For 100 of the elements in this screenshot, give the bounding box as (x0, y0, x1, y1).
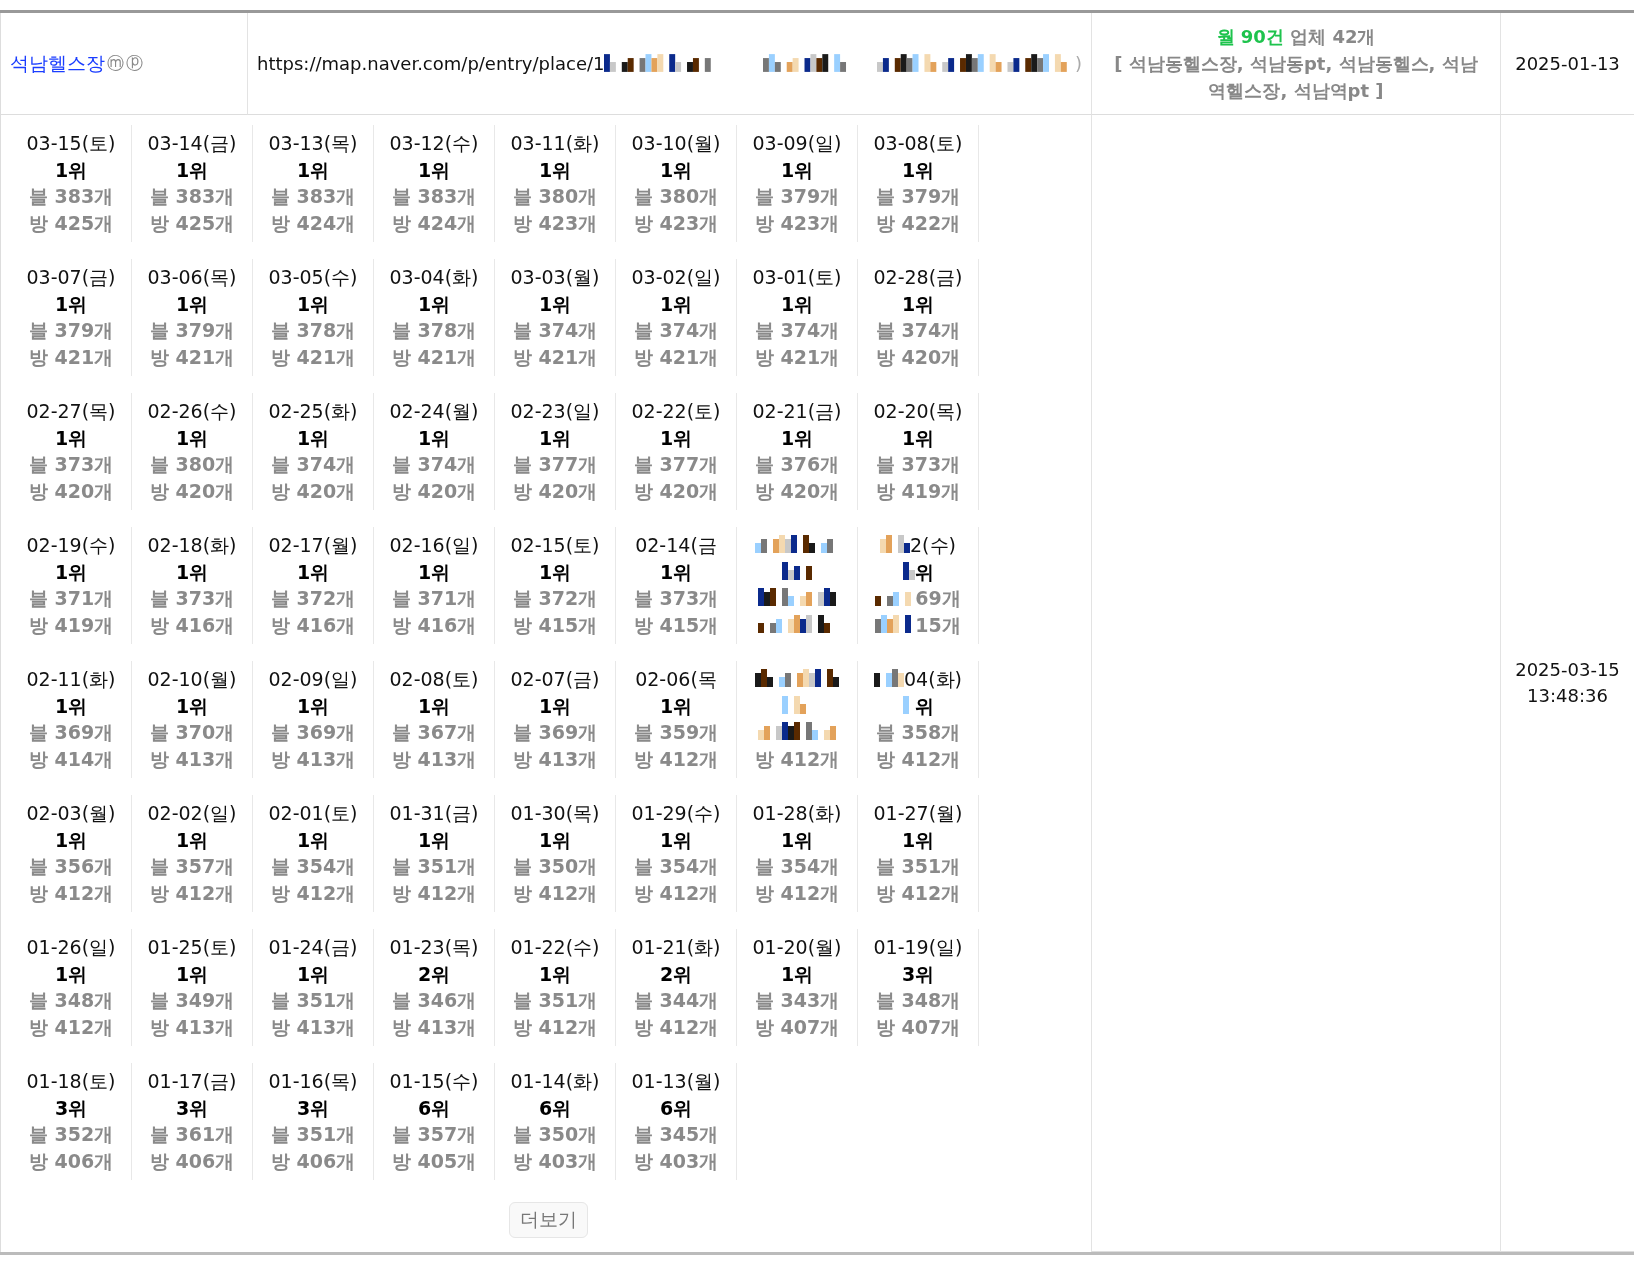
day-date: 02-07(금) (510, 667, 600, 692)
day-date: 01-13(월) (631, 1069, 721, 1094)
place-count: 방 412개 (512, 880, 598, 906)
blog-count: 블 378개 (270, 318, 356, 343)
blog-count: 블 371개 (28, 586, 114, 611)
place-count: 방 412개 (270, 880, 356, 906)
place-count: 방 412개 (149, 880, 235, 906)
blog-count: 블 372개 (270, 586, 356, 611)
pixelated-mask-drawing (880, 535, 911, 556)
day-date: 02-16(일) (389, 533, 479, 558)
day-rank: 1위 (538, 961, 572, 987)
day-rank: 1위 (659, 693, 693, 719)
blog-count: 블 383개 (270, 184, 356, 209)
place-count: 방 412개 (28, 1014, 114, 1040)
place-count: 방 407개 (875, 1014, 961, 1040)
badge-icon: ⓜ (107, 52, 124, 75)
place-count: 방 422개 (875, 210, 961, 236)
day-date: 02-17(월) (268, 533, 358, 558)
blog-count: 블 367개 (391, 720, 477, 745)
place-name-link[interactable]: 석남헬스장 (10, 50, 105, 77)
blog-count: 블 348개 (875, 988, 961, 1013)
place-count: 방 424개 (270, 210, 356, 236)
place-count: 방 419개 (28, 612, 114, 638)
place-url: https://map.naver.com/p/entry/place/1 (257, 53, 605, 74)
day-rank: 1위 (901, 291, 935, 317)
place-count: 방 416개 (270, 612, 356, 638)
place-count: 방 412개 (633, 880, 719, 906)
day-date: 01-20(월) (752, 935, 842, 960)
place-count: 방 420개 (28, 478, 114, 504)
start-date: 2025-01-13 (1515, 51, 1620, 76)
blog-count: 블 350개 (512, 854, 598, 879)
day-date: 02-09(일) (268, 667, 358, 692)
day-rank: 1위 (54, 693, 88, 719)
day-rank: 3위 (54, 1095, 88, 1121)
blog-count: 블 383개 (391, 184, 477, 209)
pixelated-mask-drawing (874, 669, 904, 690)
place-count: 방 421개 (512, 344, 598, 370)
day-date: 01-18(토) (26, 1069, 116, 1094)
blog-count: 블 371개 (391, 586, 477, 611)
day-date: 02-19(수) (26, 533, 116, 558)
day-rank: 1위 (296, 291, 330, 317)
day-rank: 1위 (538, 827, 572, 853)
day-rank: 1위 (296, 693, 330, 719)
day-date: 03-15(토) (26, 131, 116, 156)
day-date: 02-08(토) (389, 667, 479, 692)
blog-count: 블 379개 (149, 318, 235, 343)
day-rank: 1위 (780, 157, 814, 183)
day-date: 02-02(일) (147, 801, 237, 826)
blog-count: 블 344개 (633, 988, 719, 1013)
place-count: 방 412개 (633, 746, 719, 772)
day-date: 01-26(일) (26, 935, 116, 960)
day-rank: 1위 (296, 961, 330, 987)
keyword-list: [ 석남동헬스장, 석남동pt, 석남동헬스, 석남역헬스장, 석남역pt ] (1108, 50, 1484, 104)
place-count: 방 423개 (633, 210, 719, 236)
day-date: 01-19(일) (873, 935, 963, 960)
place-count: 15개 (915, 612, 961, 638)
place-count: 방 412개 (875, 746, 961, 772)
day-rank: 1위 (659, 291, 693, 317)
keyword-summary: 월 90건 업체 42개 (1216, 25, 1376, 49)
day-rank: 3위 (296, 1095, 330, 1121)
day-date: 02-28(금) (873, 265, 963, 290)
blog-count: 블 383개 (149, 184, 235, 209)
blog-count: 블 373개 (875, 452, 961, 477)
day-rank: 1위 (901, 827, 935, 853)
day-date: 03-03(월) (510, 265, 600, 290)
day-rank: 1위 (659, 559, 693, 585)
place-count: 방 413개 (270, 1014, 356, 1040)
day-date: 01-25(토) (147, 935, 237, 960)
day-rank: 2위 (417, 961, 451, 987)
day-date: 02-14(금 (635, 533, 717, 558)
day-date: 02-25(화) (268, 399, 358, 424)
place-count: 방 412개 (391, 880, 477, 906)
place-count: 방 406개 (270, 1148, 356, 1174)
blog-count: 블 351개 (391, 854, 477, 879)
day-date: 02-03(월) (26, 801, 116, 826)
day-date: 03-08(토) (873, 131, 963, 156)
day-rank: 위 (914, 693, 934, 719)
day-date: 02-24(월) (389, 399, 479, 424)
blog-count: 블 376개 (754, 452, 840, 477)
day-rank: 1위 (659, 827, 693, 853)
day-date: 01-28(화) (752, 801, 842, 826)
day-rank: 1위 (296, 827, 330, 853)
day-rank: 1위 (54, 827, 88, 853)
blog-count: 블 370개 (149, 720, 235, 745)
day-rank: 1위 (659, 157, 693, 183)
more-button[interactable]: 더보기 (509, 1202, 588, 1238)
place-count: 방 413개 (512, 746, 598, 772)
day-rank: 3위 (175, 1095, 209, 1121)
blog-count: 블 354개 (754, 854, 840, 879)
place-count: 방 412개 (875, 880, 961, 906)
day-date: 01-31(금) (389, 801, 479, 826)
blog-count: 블 377개 (512, 452, 598, 477)
place-count: 방 413개 (391, 1014, 477, 1040)
day-date: 01-15(수) (389, 1069, 479, 1094)
day-date: 02-01(토) (268, 801, 358, 826)
day-rank: 1위 (417, 693, 451, 719)
blog-count: 블 352개 (28, 1122, 114, 1147)
day-date: 03-09(일) (752, 131, 842, 156)
day-date: 01-16(목) (268, 1069, 358, 1094)
day-date: 01-29(수) (631, 801, 721, 826)
